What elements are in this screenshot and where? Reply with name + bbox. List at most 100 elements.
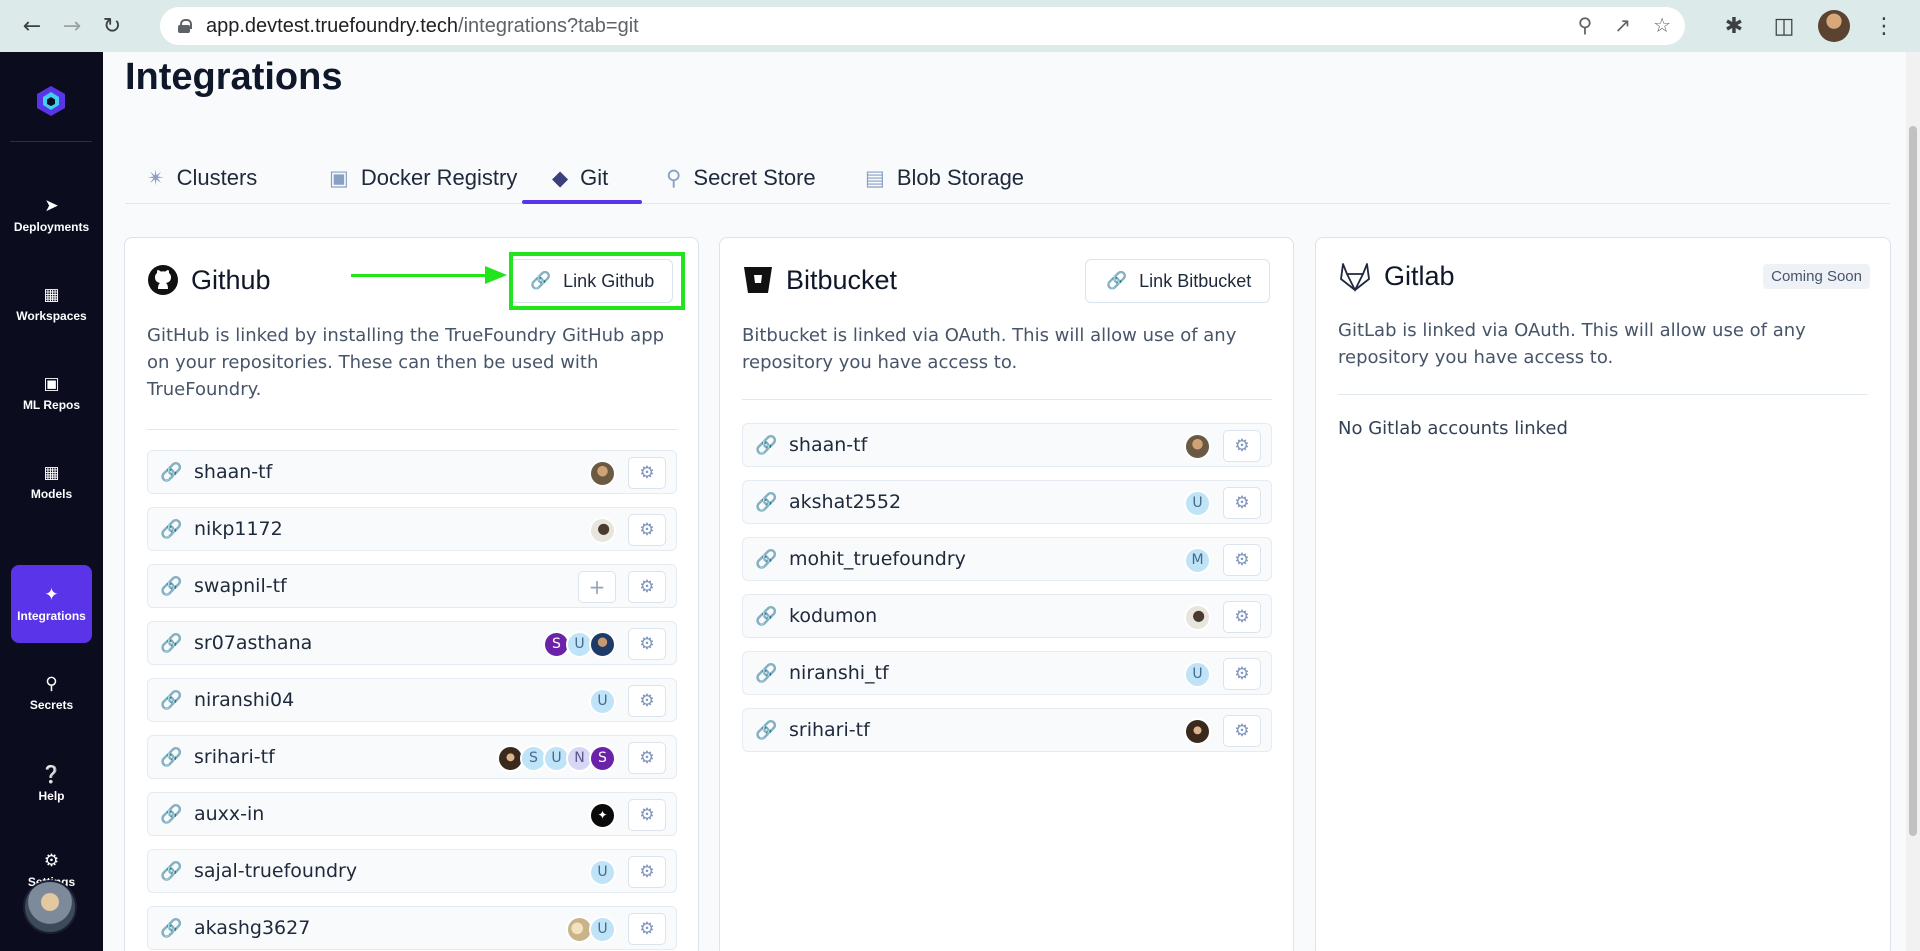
reload-icon[interactable]: ↻ (92, 6, 132, 46)
link-icon: 🔗 (160, 632, 183, 654)
avatar: U (1184, 660, 1211, 688)
add-user-button[interactable]: + (578, 571, 616, 603)
github-account-row[interactable]: 🔗 nikp1172 ⚙ (147, 507, 677, 551)
avatar (1184, 432, 1211, 460)
settings-gear-button[interactable]: ⚙ (628, 628, 666, 660)
settings-gear-button[interactable]: ⚙ (628, 514, 666, 546)
sidebar-item-help[interactable]: ❔ Help (11, 745, 92, 823)
link-icon: 🔗 (160, 746, 183, 768)
github-account-row[interactable]: 🔗 sajal-truefoundry U ⚙ (147, 849, 677, 893)
url-text: app.devtest.truefoundry.tech/integration… (206, 14, 639, 37)
forward-icon[interactable]: → (52, 6, 92, 46)
help-icon: ❔ (40, 765, 63, 785)
settings-gear-button[interactable]: ⚙ (628, 799, 666, 831)
settings-gear-button[interactable]: ⚙ (628, 571, 666, 603)
annotation-arrow (351, 274, 486, 277)
avatar: ✦ (589, 801, 616, 829)
bitbucket-icon (744, 267, 772, 293)
storage-icon: ▤ (865, 166, 885, 190)
github-account-row[interactable]: 🔗 akashg3627 U ⚙ (147, 906, 677, 950)
star-icon[interactable]: ☆ (1653, 13, 1671, 37)
key-icon: ⚲ (666, 166, 682, 190)
cluster-icon: ✴ (147, 166, 165, 190)
settings-gear-button[interactable]: ⚙ (628, 856, 666, 888)
github-account-row[interactable]: 🔗 swapnil-tf + ⚙ (147, 564, 677, 608)
sidebar: ➤ Deployments ▦ Workspaces ▣ ML Repos ▦ … (0, 52, 103, 951)
extensions-icon[interactable]: ✱ (1718, 6, 1750, 46)
active-tab-indicator (522, 200, 642, 204)
github-card: Github 🔗 Link Github GitHub is linked by… (124, 237, 699, 951)
truefoundry-logo-icon[interactable] (34, 84, 68, 118)
side-panel-icon[interactable]: ◫ (1768, 6, 1800, 46)
back-icon[interactable]: ← (12, 6, 52, 46)
github-icon (148, 265, 178, 295)
gear-icon: ⚙ (43, 851, 60, 871)
link-icon: 🔗 (160, 575, 183, 597)
avatar (589, 459, 616, 487)
avatar (1184, 717, 1211, 745)
gitlab-description: GitLab is linked via OAuth. This will al… (1338, 320, 1806, 368)
share-icon[interactable]: ↗ (1614, 13, 1631, 37)
tab-secret-store[interactable]: ⚲ Secret Store (666, 152, 816, 204)
github-account-row[interactable]: 🔗 srihari-tf S U N S ⚙ (147, 735, 677, 779)
settings-gear-button[interactable]: ⚙ (1223, 544, 1261, 576)
tab-blob-storage[interactable]: ▤ Blob Storage (865, 152, 1024, 204)
tab-clusters[interactable]: ✴ Clusters (147, 152, 257, 204)
settings-gear-button[interactable]: ⚙ (1223, 487, 1261, 519)
github-account-row[interactable]: 🔗 shaan-tf ⚙ (147, 450, 677, 494)
profile-avatar[interactable] (1818, 10, 1850, 42)
link-bitbucket-button[interactable]: 🔗 Link Bitbucket (1085, 259, 1271, 303)
table-icon: ▦ (43, 463, 60, 483)
github-account-row[interactable]: 🔗 auxx-in ✦ ⚙ (147, 792, 677, 836)
settings-gear-button[interactable]: ⚙ (1223, 715, 1261, 747)
settings-gear-button[interactable]: ⚙ (1223, 601, 1261, 633)
github-account-row[interactable]: 🔗 sr07asthana S U ⚙ (147, 621, 677, 665)
sidebar-item-integrations[interactable]: ✦ Integrations (11, 565, 92, 643)
tab-git[interactable]: ◆ Git (552, 152, 608, 204)
github-divider (147, 429, 677, 430)
link-icon: 🔗 (755, 491, 778, 513)
menu-icon[interactable]: ⋮ (1868, 6, 1900, 46)
docker-icon: ▣ (329, 166, 349, 190)
lock-icon (178, 19, 192, 33)
gitlab-card: Gitlab Coming Soon GitLab is linked via … (1315, 237, 1891, 951)
sidebar-item-models[interactable]: ▦ Models (11, 443, 92, 521)
page-scrollbar[interactable] (1906, 52, 1920, 951)
link-icon: 🔗 (755, 719, 778, 741)
bitbucket-card: Bitbucket 🔗 Link Bitbucket Bitbucket is … (719, 237, 1294, 951)
bitbucket-account-row[interactable]: 🔗 mohit_truefoundry M ⚙ (742, 537, 1272, 581)
link-icon: 🔗 (1106, 271, 1128, 290)
scrollbar-thumb[interactable] (1909, 126, 1917, 836)
sidebar-item-workspaces[interactable]: ▦ Workspaces (11, 265, 92, 343)
settings-gear-button[interactable]: ⚙ (628, 742, 666, 774)
user-avatar[interactable] (23, 880, 77, 934)
link-icon: 🔗 (755, 605, 778, 627)
settings-gear-button[interactable]: ⚙ (628, 457, 666, 489)
zoom-icon[interactable]: ⚲ (1578, 13, 1593, 37)
settings-gear-button[interactable]: ⚙ (628, 685, 666, 717)
bitbucket-divider (742, 399, 1272, 400)
sidebar-item-ml-repos[interactable]: ▣ ML Repos (11, 354, 92, 432)
folder-icon: ▣ (43, 374, 60, 394)
git-icon: ◆ (552, 166, 569, 190)
bitbucket-account-row[interactable]: 🔗 srihari-tf ⚙ (742, 708, 1272, 752)
avatar (589, 516, 616, 544)
avatar (1184, 603, 1211, 631)
tab-docker-registry[interactable]: ▣ Docker Registry (329, 152, 517, 204)
avatar: M (1184, 546, 1211, 574)
address-bar[interactable]: app.devtest.truefoundry.tech/integration… (160, 7, 1685, 45)
page-title: Integrations (125, 56, 343, 98)
sidebar-item-deployments[interactable]: ➤ Deployments (11, 176, 92, 254)
settings-gear-button[interactable]: ⚙ (1223, 430, 1261, 462)
sidebar-item-secrets[interactable]: ⚲ Secrets (11, 654, 92, 732)
settings-gear-button[interactable]: ⚙ (1223, 658, 1261, 690)
bitbucket-account-row[interactable]: 🔗 kodumon ⚙ (742, 594, 1272, 638)
bitbucket-account-row[interactable]: 🔗 niranshi_tf U ⚙ (742, 651, 1272, 695)
settings-gear-button[interactable]: ⚙ (628, 913, 666, 945)
github-account-row[interactable]: 🔗 niranshi04 U ⚙ (147, 678, 677, 722)
bitbucket-account-row[interactable]: 🔗 shaan-tf ⚙ (742, 423, 1272, 467)
bitbucket-account-row[interactable]: 🔗 akshat2552 U ⚙ (742, 480, 1272, 524)
avatar (589, 630, 616, 658)
key-icon: ⚲ (45, 674, 58, 694)
link-icon: 🔗 (755, 434, 778, 456)
